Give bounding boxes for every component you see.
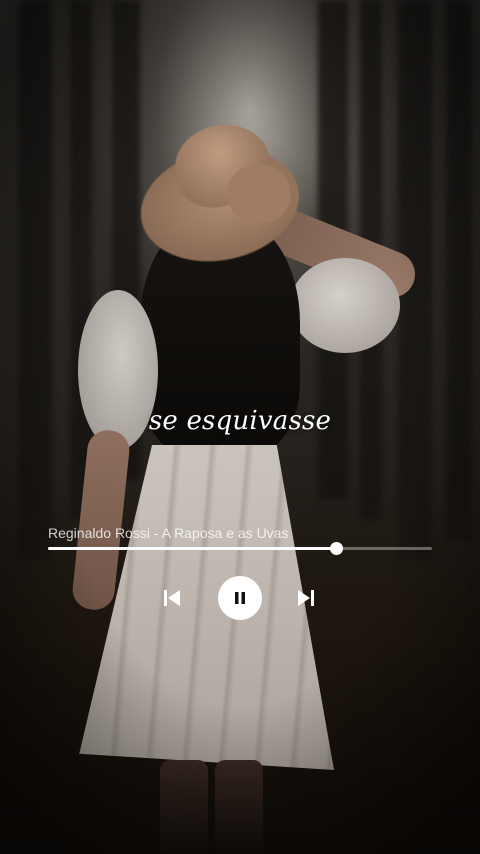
progress-bar[interactable] bbox=[48, 542, 432, 555]
player-screen: se esquivasse Reginaldo Rossi - A Raposa… bbox=[0, 0, 480, 854]
progress-thumb[interactable] bbox=[330, 542, 343, 555]
previous-button[interactable] bbox=[150, 576, 194, 620]
track-title: Reginaldo Rossi - A Raposa e as Uvas bbox=[48, 525, 289, 541]
pause-icon bbox=[235, 592, 245, 604]
pause-button[interactable] bbox=[218, 576, 262, 620]
skip-next-icon bbox=[298, 590, 314, 606]
playback-controls bbox=[0, 576, 480, 620]
skip-previous-icon bbox=[164, 590, 180, 606]
lyric-line: se esquivasse bbox=[148, 406, 332, 436]
progress-fill bbox=[48, 547, 336, 550]
pause-button-circle bbox=[218, 576, 262, 620]
next-button[interactable] bbox=[284, 576, 328, 620]
